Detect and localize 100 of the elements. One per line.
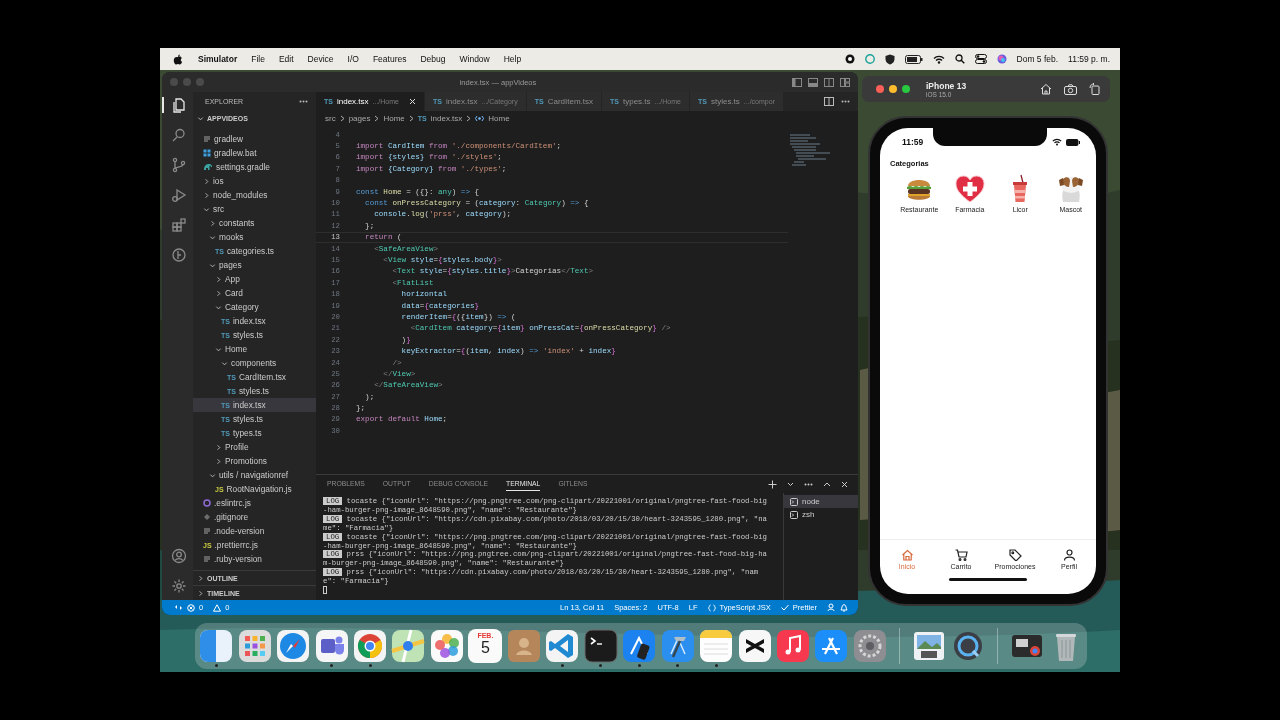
apple-icon[interactable] — [173, 53, 183, 65]
circle-icon[interactable] — [864, 54, 875, 64]
toggles-icon[interactable] — [974, 54, 987, 64]
search-icon[interactable] — [954, 54, 965, 64]
feedback-icon[interactable] — [827, 603, 836, 612]
tree-item[interactable]: .eslintrc.js — [193, 496, 316, 510]
menu-item[interactable]: Edit — [278, 54, 294, 64]
tree-item[interactable]: Promotions — [193, 454, 316, 468]
tree-item[interactable]: .node-version — [193, 524, 316, 538]
chevron-icon[interactable] — [197, 114, 204, 122]
app-grid-icon[interactable] — [237, 629, 272, 663]
error-icon[interactable] — [187, 603, 195, 612]
rotate-icon[interactable] — [1089, 83, 1100, 95]
menu-item[interactable]: File — [251, 54, 265, 64]
split-layout-icon[interactable] — [824, 77, 834, 87]
chevron-icon[interactable] — [197, 589, 204, 597]
breadcrumb-item[interactable]: src — [325, 113, 336, 123]
chevron-icon[interactable] — [209, 471, 216, 479]
menu-bar-date[interactable]: Dom 5 feb. — [1016, 54, 1059, 64]
phone-app-icon[interactable] — [622, 629, 657, 663]
panel-layout-icon[interactable] — [808, 77, 818, 87]
chevron-icon[interactable] — [197, 574, 204, 582]
photo-viewer-icon[interactable] — [912, 629, 947, 663]
tree-item[interactable]: .gitignore — [193, 510, 316, 524]
menu-item[interactable]: Device — [307, 54, 334, 64]
terminal-icon[interactable] — [583, 629, 618, 663]
split-editor-icon[interactable] — [824, 97, 834, 106]
minimize-light[interactable] — [889, 85, 897, 93]
breadcrumb-item[interactable]: index.tsx — [430, 113, 463, 123]
settings-icon[interactable] — [852, 629, 887, 663]
menu-item[interactable]: Features — [372, 54, 407, 64]
tree-item[interactable]: Category — [193, 300, 316, 314]
tree-item[interactable]: gradlew — [193, 132, 316, 146]
close-light[interactable] — [876, 85, 884, 93]
tree-item[interactable]: constants — [193, 216, 316, 230]
tree-item[interactable]: pages — [193, 258, 316, 272]
shield-icon[interactable] — [884, 53, 895, 65]
chevron-icon[interactable] — [215, 345, 222, 353]
chevron-icon[interactable] — [215, 303, 222, 311]
close-icon[interactable] — [409, 98, 416, 105]
breadcrumb-item[interactable]: Home — [488, 113, 510, 123]
bell-icon[interactable] — [840, 603, 848, 612]
menu-item[interactable]: Help — [503, 54, 522, 64]
record-icon[interactable] — [844, 54, 855, 64]
wifi-icon[interactable] — [932, 54, 945, 64]
zoom-light[interactable] — [902, 85, 910, 93]
chevron-icon[interactable] — [215, 457, 222, 465]
map-icon[interactable] — [391, 629, 426, 663]
tree-item[interactable]: gradlew.bat — [193, 146, 316, 160]
app-store-icon[interactable] — [814, 629, 849, 663]
more-icon[interactable] — [299, 100, 308, 103]
contacts-book-icon[interactable] — [506, 629, 541, 663]
color-wheel-icon[interactable] — [353, 629, 388, 663]
breadcrumb-item[interactable]: pages — [348, 113, 371, 123]
chevron-icon[interactable] — [203, 191, 210, 199]
menu-bar-time[interactable]: 11:59 p. m. — [1068, 54, 1110, 64]
compass-icon[interactable] — [276, 629, 311, 663]
notepad-icon[interactable] — [699, 629, 734, 663]
plus-icon[interactable] — [768, 479, 777, 489]
tree-item[interactable]: .ruby-version — [193, 552, 316, 566]
app-menu[interactable]: Simulator — [198, 54, 238, 64]
custom-layout-icon[interactable] — [840, 77, 850, 87]
menu-item[interactable]: Debug — [420, 54, 446, 64]
tree-item[interactable]: node_modules — [193, 188, 316, 202]
tree-item[interactable]: components — [193, 356, 316, 370]
menu-item[interactable]: Window — [459, 54, 490, 64]
chevron-icon[interactable] — [215, 275, 222, 283]
chevron-icon[interactable] — [209, 261, 216, 269]
caret-icon[interactable] — [787, 481, 794, 487]
tree-item[interactable]: Card — [193, 286, 316, 300]
tree-item[interactable]: utils / navigationref — [193, 468, 316, 482]
menu-item[interactable]: I/O — [347, 54, 359, 64]
tree-item[interactable]: settings.gradle — [193, 160, 316, 174]
music-note-icon[interactable] — [776, 629, 810, 663]
code-editor-icon[interactable] — [545, 629, 580, 663]
people-icon[interactable] — [314, 629, 349, 663]
split-square-icon[interactable] — [199, 629, 234, 663]
flower-icon[interactable] — [429, 629, 464, 663]
chevron-icon[interactable] — [209, 233, 216, 241]
battery-icon[interactable] — [904, 54, 923, 64]
chevron-icon[interactable] — [209, 219, 216, 227]
terminal-item[interactable]: zsh — [784, 508, 858, 521]
screenshot-icon[interactable] — [1064, 83, 1077, 95]
orb-icon[interactable] — [996, 54, 1007, 64]
chevron-icon[interactable] — [203, 177, 210, 185]
maximize-icon[interactable] — [823, 481, 831, 487]
more-icon[interactable] — [804, 482, 813, 486]
breadcrumb-item[interactable]: Home — [383, 113, 405, 123]
tree-item[interactable]: App — [193, 272, 316, 286]
chevron-icon[interactable] — [221, 359, 228, 367]
chevron-icon[interactable] — [203, 205, 210, 213]
chevron-icon[interactable] — [215, 443, 222, 451]
warning-icon[interactable] — [213, 603, 222, 612]
sidebar-layout-icon[interactable] — [792, 77, 802, 87]
more-icon[interactable] — [841, 100, 850, 103]
terminal-item[interactable]: node — [784, 495, 858, 508]
crossed-shape-icon[interactable] — [737, 629, 772, 663]
tree-item[interactable]: Home — [193, 342, 316, 356]
hammer-icon[interactable] — [660, 629, 695, 663]
tree-item[interactable]: ios — [193, 174, 316, 188]
